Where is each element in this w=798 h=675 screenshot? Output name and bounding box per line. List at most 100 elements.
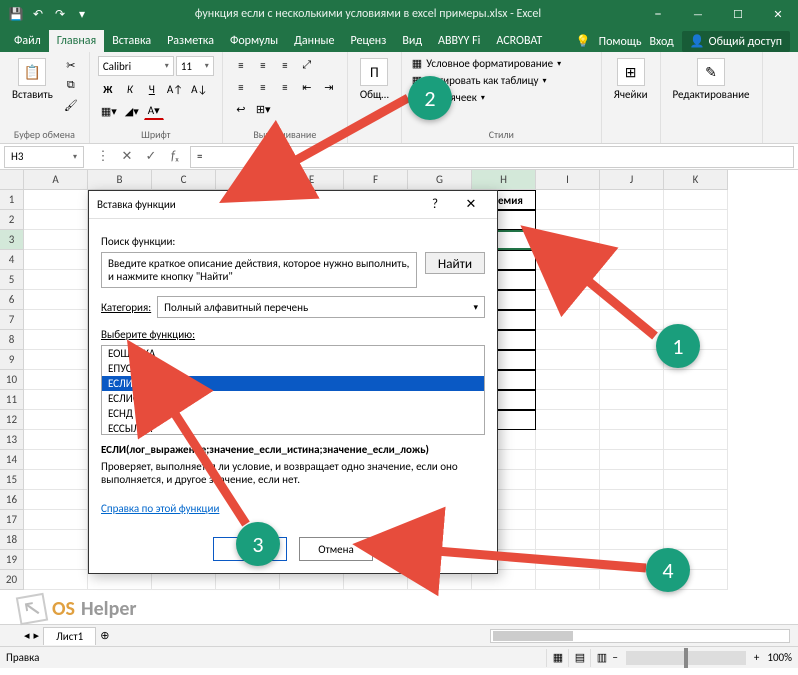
cell-I6[interactable]: [536, 290, 600, 310]
find-button[interactable]: Найти: [425, 252, 485, 274]
tab-view[interactable]: Вид: [394, 30, 430, 52]
save-icon[interactable]: 💾: [6, 4, 26, 24]
row-header-17[interactable]: 17: [0, 510, 24, 530]
view-normal-icon[interactable]: ▦: [546, 649, 568, 667]
cell-I19[interactable]: [536, 550, 600, 570]
tab-formulas[interactable]: Формулы: [222, 30, 286, 52]
column-header-A[interactable]: A: [24, 170, 88, 190]
cell-K15[interactable]: [664, 470, 728, 490]
select-all-corner[interactable]: [0, 170, 24, 190]
cell-A14[interactable]: [24, 450, 88, 470]
ribbon-options-icon[interactable]: ⎯: [638, 0, 678, 28]
cell-A11[interactable]: [24, 390, 88, 410]
row-header-1[interactable]: 1: [0, 190, 24, 210]
function-item-ЕСЛИОШИБКА[interactable]: ЕСЛИОШИБКА: [102, 391, 484, 406]
cell-A3[interactable]: [24, 230, 88, 250]
row-header-20[interactable]: 20: [0, 570, 24, 590]
align-right-icon[interactable]: ≡: [275, 78, 295, 96]
general-format-button[interactable]: П Общ…: [356, 56, 393, 103]
column-header-H[interactable]: H: [472, 170, 536, 190]
cell-A6[interactable]: [24, 290, 88, 310]
column-header-G[interactable]: G: [408, 170, 472, 190]
cell-K1[interactable]: [664, 190, 728, 210]
cell-A1[interactable]: [24, 190, 88, 210]
function-item-ЕСЛИ[interactable]: ЕСЛИ: [102, 376, 484, 391]
fx-icon[interactable]: fₓ: [164, 146, 186, 168]
cell-A10[interactable]: [24, 370, 88, 390]
cell-A9[interactable]: [24, 350, 88, 370]
tab-acrobat[interactable]: ACROBAT: [488, 30, 550, 52]
tab-review[interactable]: Реценз: [342, 30, 394, 52]
qat-customize-icon[interactable]: ▾: [72, 4, 92, 24]
zoom-out-icon[interactable]: −: [612, 651, 617, 664]
align-top-icon[interactable]: ≡: [231, 56, 251, 74]
name-box[interactable]: H3▾: [4, 146, 84, 168]
cell-I20[interactable]: [536, 570, 600, 590]
cell-K6[interactable]: [664, 290, 728, 310]
cut-icon[interactable]: ✂: [61, 56, 81, 74]
row-header-6[interactable]: 6: [0, 290, 24, 310]
cell-J7[interactable]: [600, 310, 664, 330]
cell-K16[interactable]: [664, 490, 728, 510]
zoom-level[interactable]: 100%: [767, 651, 792, 664]
column-header-E[interactable]: E: [280, 170, 344, 190]
cell-K5[interactable]: [664, 270, 728, 290]
orientation-icon[interactable]: ⤢: [297, 56, 317, 74]
redo-icon[interactable]: ↷: [50, 4, 70, 24]
cell-K3[interactable]: [664, 230, 728, 250]
cell-K2[interactable]: [664, 210, 728, 230]
cell-K10[interactable]: [664, 370, 728, 390]
dialog-close-icon[interactable]: ✕: [453, 197, 489, 212]
cell-A15[interactable]: [24, 470, 88, 490]
cell-A16[interactable]: [24, 490, 88, 510]
cell-I1[interactable]: [536, 190, 600, 210]
cell-K14[interactable]: [664, 450, 728, 470]
format-painter-icon[interactable]: 🖌: [61, 96, 81, 114]
close-icon[interactable]: ✕: [758, 0, 798, 28]
row-header-13[interactable]: 13: [0, 430, 24, 450]
cell-J10[interactable]: [600, 370, 664, 390]
row-header-4[interactable]: 4: [0, 250, 24, 270]
cell-K13[interactable]: [664, 430, 728, 450]
cell-I16[interactable]: [536, 490, 600, 510]
search-description[interactable]: Введите краткое описание действия, котор…: [101, 252, 417, 288]
cell-I14[interactable]: [536, 450, 600, 470]
column-header-C[interactable]: C: [152, 170, 216, 190]
function-item-ЕСНД[interactable]: ЕСНД: [102, 406, 484, 421]
cell-A5[interactable]: [24, 270, 88, 290]
maximize-icon[interactable]: ☐: [718, 0, 758, 28]
enter-formula-icon[interactable]: ✓: [140, 146, 162, 168]
sheet-nav-prev-icon[interactable]: ◂: [24, 629, 30, 642]
row-header-11[interactable]: 11: [0, 390, 24, 410]
cell-A2[interactable]: [24, 210, 88, 230]
row-header-5[interactable]: 5: [0, 270, 24, 290]
cell-A4[interactable]: [24, 250, 88, 270]
cell-I12[interactable]: [536, 410, 600, 430]
cell-J6[interactable]: [600, 290, 664, 310]
help-link[interactable]: Справка по этой функции: [101, 502, 219, 515]
formula-input[interactable]: =: [190, 146, 794, 168]
help-label[interactable]: Помощь: [599, 35, 642, 49]
view-layout-icon[interactable]: ▤: [568, 649, 590, 667]
cell-J12[interactable]: [600, 410, 664, 430]
cell-K4[interactable]: [664, 250, 728, 270]
cell-A18[interactable]: [24, 530, 88, 550]
cell-J14[interactable]: [600, 450, 664, 470]
paste-button[interactable]: 📋 Вставить: [8, 56, 57, 103]
cell-I10[interactable]: [536, 370, 600, 390]
cell-J1[interactable]: [600, 190, 664, 210]
cell-J11[interactable]: [600, 390, 664, 410]
align-bottom-icon[interactable]: ≡: [275, 56, 295, 74]
cell-J13[interactable]: [600, 430, 664, 450]
tab-home[interactable]: Главная: [49, 30, 104, 52]
horizontal-scrollbar[interactable]: [490, 629, 790, 643]
zoom-slider[interactable]: [626, 651, 746, 665]
column-header-J[interactable]: J: [600, 170, 664, 190]
border-button[interactable]: ▦▾: [98, 102, 120, 120]
cell-J3[interactable]: [600, 230, 664, 250]
help-icon[interactable]: 💡: [576, 34, 591, 49]
cell-A19[interactable]: [24, 550, 88, 570]
cell-I17[interactable]: [536, 510, 600, 530]
merge-icon[interactable]: ⊞▾: [253, 100, 274, 118]
share-button[interactable]: 👤 Общий доступ: [682, 31, 790, 52]
